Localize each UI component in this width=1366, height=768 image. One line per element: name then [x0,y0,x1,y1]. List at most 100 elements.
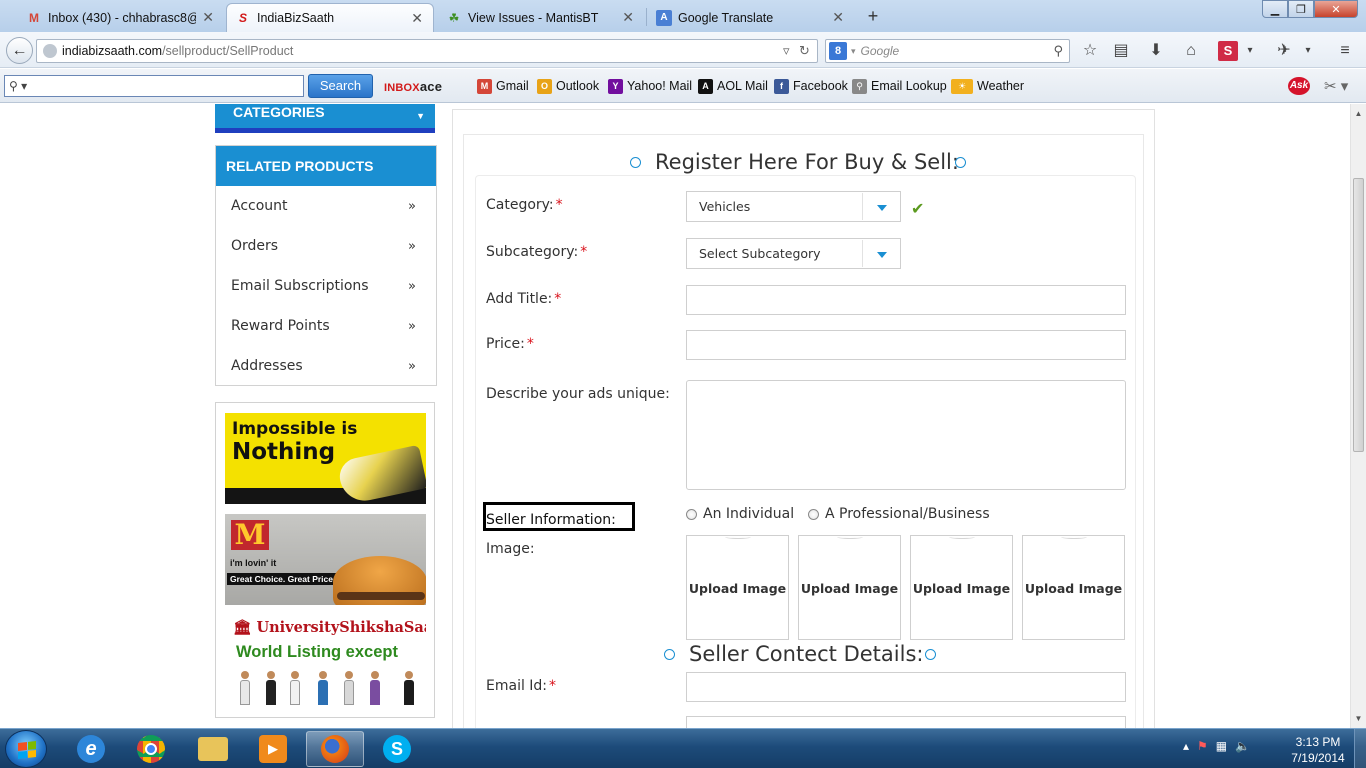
vertical-scrollbar[interactable]: ▲ ▼ [1350,104,1366,728]
sidebar-item-orders[interactable]: Orders » [216,226,436,266]
close-tab-icon[interactable]: ✕ [202,9,214,26]
radio-professional-business[interactable]: A Professional/Business [808,506,990,522]
scroll-down-icon[interactable]: ▼ [1351,711,1366,726]
restore-icon[interactable]: ❐ [1288,0,1314,18]
close-tab-icon[interactable]: ✕ [411,10,423,27]
toolbar-search-button[interactable]: Search [308,74,373,98]
radio-button-icon[interactable] [686,508,697,520]
mcdonalds-ad-banner[interactable]: M i'm lovin' it Great Choice. Great Pric… [225,514,426,605]
reload-icon[interactable]: ↻ [799,43,810,59]
search-icon[interactable]: ⚲ [1053,43,1063,59]
bookmark-outlook[interactable]: O Outlook [537,77,599,95]
addon-icon[interactable]: ✈ [1274,41,1294,61]
dropdown-icon[interactable]: ▾ [1298,41,1318,61]
price-label: Price: * [486,336,534,352]
internet-explorer-icon: e [77,735,105,763]
close-tab-icon[interactable]: ✕ [832,9,844,26]
windows-logo-icon [18,741,36,759]
taskbar-internet-explorer[interactable]: e [62,731,120,767]
adidas-ad-banner[interactable]: Impossible is Nothing [225,413,426,504]
search-dropdown-icon[interactable]: ▾ [851,46,856,57]
tab-gmail-inbox[interactable]: M Inbox (430) - chhabrasc8@... ✕ [18,3,224,32]
toolbar-search-input[interactable]: ⚲ ▾ [4,75,304,97]
s-extension-icon[interactable]: S [1218,41,1238,61]
new-tab-button[interactable]: + [862,6,884,27]
tab-mantisbt[interactable]: ☘ View Issues - MantisBT ✕ [438,3,644,32]
caret-down-icon: ▼ [416,111,425,121]
firefox-icon [321,735,349,763]
show-desktop-button[interactable] [1354,729,1366,768]
upload-image-button[interactable]: Upload Image [910,535,1013,640]
email-input[interactable] [686,672,1126,702]
sidebar-item-addresses[interactable]: Addresses » [216,346,436,386]
university-ad-banner[interactable]: 🏛 UniversityShikshaSaath World Listing e… [225,615,426,706]
bookmark-weather[interactable]: ☀ Weather [951,77,1024,95]
price-input[interactable] [686,330,1126,360]
search-icon: ⚲ ▾ [9,79,28,93]
ask-icon[interactable]: Ask [1288,77,1310,95]
back-button[interactable]: ← [6,37,33,64]
description-textarea[interactable] [686,380,1126,490]
ad-headline-emphasis: Nothing [232,439,336,465]
bookmark-email-lookup[interactable]: ⚲ Email Lookup [852,77,947,95]
subcategory-select[interactable]: Select Subcategory [686,238,901,269]
taskbar-chrome[interactable] [122,731,180,767]
radio-button-icon[interactable] [808,508,819,520]
bookmark-yahoo-mail[interactable]: Y Yahoo! Mail [608,77,692,95]
radio-individual[interactable]: An Individual [686,506,794,522]
person-figure [317,671,329,705]
tab-indiabizsaath[interactable]: S IndiaBizSaath ✕ [226,3,434,32]
action-center-icon[interactable]: ⚑ [1197,739,1208,753]
taskbar-file-explorer[interactable] [184,731,242,767]
address-bar[interactable]: indiabizsaath.com/sellproduct/SellProduc… [36,39,818,63]
sidebar-item-email-subscriptions[interactable]: Email Subscriptions » [216,266,436,306]
downloads-icon[interactable]: ⬇ [1146,41,1166,61]
upload-image-button[interactable]: Upload Image [686,535,789,640]
circle-bullet-icon [925,649,936,660]
url-host: indiabizsaath.com [62,44,163,58]
taskbar-media-player[interactable]: ▶ [244,731,302,767]
category-select[interactable]: Vehicles [686,191,901,222]
sidebar-item-account[interactable]: Account » [216,186,436,226]
taskbar-firefox[interactable] [306,731,364,767]
bookmark-label: Facebook [793,79,848,93]
minimize-icon[interactable]: ▁ [1262,0,1288,18]
bookmark-star-icon[interactable]: ☆ [1080,41,1100,61]
sidebar-item-reward-points[interactable]: Reward Points » [216,306,436,346]
close-window-icon[interactable]: ✕ [1314,0,1358,18]
scroll-up-icon[interactable]: ▲ [1351,106,1366,121]
bookmark-label: Outlook [556,79,600,93]
upload-image-button[interactable]: Upload Image [1022,535,1125,640]
scroll-thumb[interactable] [1353,178,1364,452]
volume-muted-icon[interactable]: 🔈 [1235,739,1250,753]
tab-bar: M Inbox (430) - chhabrasc8@... ✕ S India… [0,0,1366,32]
google-icon[interactable]: 8 [829,42,847,60]
brand-text: INBOX [384,82,420,94]
upload-image-button[interactable]: Upload Image [798,535,901,640]
required-mark: * [526,336,534,352]
start-button[interactable] [5,730,47,768]
close-tab-icon[interactable]: ✕ [622,9,634,26]
bookmark-gmail[interactable]: M Gmail [477,77,529,95]
home-icon[interactable]: ⌂ [1181,41,1201,61]
categories-bar[interactable]: CATEGORIES ▼ [215,104,435,128]
search-engine-box[interactable]: 8 ▾ Google ⚲ [825,39,1070,63]
chevron-right-icon: » [408,198,416,214]
system-clock[interactable]: 3:13 PM 7/19/2014 [1286,734,1350,766]
dropdown-icon[interactable]: ▿ [783,43,790,59]
dropdown-icon[interactable]: ▾ [1240,41,1260,61]
tab-google-translate[interactable]: A Google Translate ✕ [648,3,854,32]
tools-icon[interactable]: ✂ ▾ [1324,77,1348,95]
inboxace-logo[interactable]: INBOXace [384,79,442,94]
show-hidden-icons[interactable]: ▴ [1183,739,1189,753]
bookmark-facebook[interactable]: f Facebook [774,77,848,95]
title-input[interactable] [686,285,1126,315]
menu-icon[interactable]: ≡ [1335,41,1355,61]
aol-icon: A [698,78,713,94]
next-field-input[interactable] [686,716,1126,728]
bookmark-aol-mail[interactable]: A AOL Mail [698,77,768,95]
network-icon[interactable]: ▦ [1216,739,1227,753]
taskbar-skype[interactable]: S [368,731,426,767]
person-figure [403,671,415,705]
bookmarks-list-icon[interactable]: ▤ [1111,41,1131,61]
